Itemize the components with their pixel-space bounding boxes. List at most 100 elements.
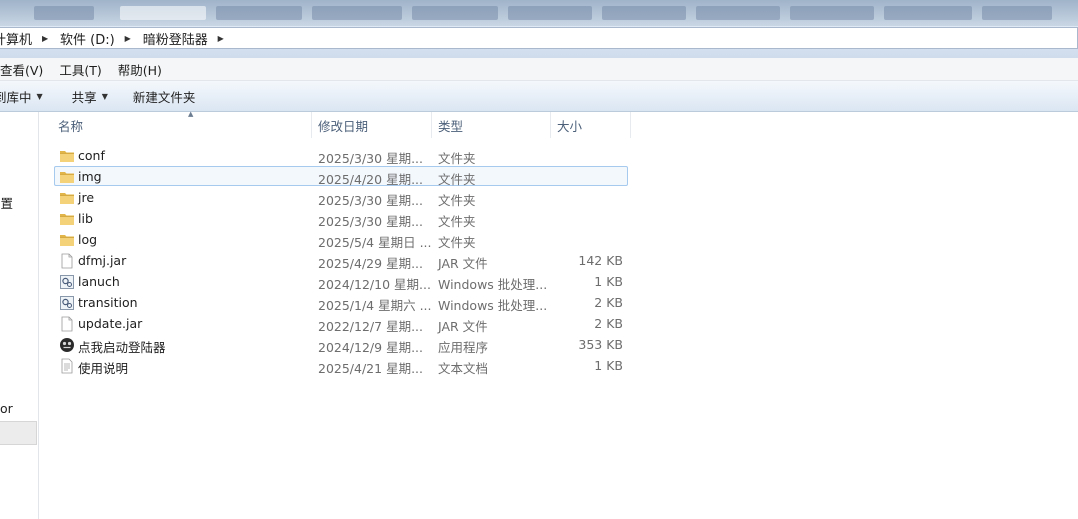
file-date: 2025/4/29 星期...: [318, 256, 423, 271]
folder-icon: [59, 232, 75, 248]
breadcrumb-label: 计算机: [0, 32, 33, 48]
file-type: Windows 批处理...: [438, 298, 548, 313]
include-in-library-label: 到库中: [0, 89, 32, 105]
file-row[interactable]: update.jar 2022/12/7 星期... JAR 文件 2 KB: [54, 313, 628, 334]
taskbar-item[interactable]: [696, 6, 780, 20]
file-row[interactable]: 点我启动登陆器 2024/12/9 星期... 应用程序 353 KB: [54, 334, 628, 355]
chevron-down-icon: ▼: [36, 91, 43, 101]
taskbar-item[interactable]: [602, 6, 686, 20]
file-type: 文件夹: [438, 214, 476, 229]
file-row[interactable]: log 2025/5/4 星期日 ... 文件夹: [54, 229, 628, 250]
new-folder-label: 新建文件夹: [132, 89, 196, 105]
file-size: 2 KB: [594, 295, 623, 310]
file-size: 353 KB: [578, 337, 623, 352]
file-type: 文件夹: [438, 193, 476, 208]
file-row[interactable]: transition 2025/1/4 星期六 ... Windows 批处理...…: [54, 292, 628, 313]
column-header-label: 类型: [438, 118, 464, 134]
taskbar-item[interactable]: [508, 6, 592, 20]
new-folder-button[interactable]: 新建文件夹: [133, 87, 196, 106]
column-header-date[interactable]: 修改日期: [312, 112, 432, 138]
file-name: log: [78, 232, 98, 247]
file-row[interactable]: dfmj.jar 2025/4/29 星期... JAR 文件 142 KB: [54, 250, 628, 271]
file-date: 2022/12/7 星期...: [318, 319, 423, 334]
file-name: lib: [78, 211, 93, 226]
file-type: JAR 文件: [438, 319, 488, 334]
nav-scrollbar[interactable]: [0, 421, 37, 445]
folder-icon: [59, 190, 75, 206]
batch-file-icon: [59, 274, 75, 290]
command-bar: 到库中 ▼ 共享 ▼ 新建文件夹: [0, 81, 1078, 112]
file-type: 文件夹: [438, 151, 476, 166]
text-file-icon: [59, 358, 75, 374]
file-icon: [59, 316, 75, 332]
file-name: img: [78, 169, 102, 184]
file-type: 文本文档: [438, 361, 489, 376]
column-header-label: 修改日期: [318, 118, 369, 134]
column-header-label: 大小: [557, 118, 583, 134]
file-row[interactable]: 使用说明 2025/4/21 星期... 文本文档 1 KB: [54, 355, 628, 376]
taskbar-item[interactable]: [120, 6, 206, 20]
file-date: 2025/5/4 星期日 ...: [318, 235, 432, 250]
file-name: dfmj.jar: [78, 253, 127, 268]
menu-bar: 查看(V) 工具(T) 帮助(H): [0, 58, 1078, 81]
chevron-right-icon[interactable]: ▶: [121, 34, 135, 43]
file-type: 应用程序: [438, 340, 489, 355]
file-date: 2025/4/20 星期...: [318, 172, 423, 187]
menu-tools[interactable]: 工具(T): [59, 60, 101, 79]
column-header-size[interactable]: 大小: [551, 112, 631, 138]
file-name: jre: [78, 190, 95, 205]
file-name: 使用说明: [78, 361, 129, 376]
file-name: transition: [78, 295, 138, 310]
file-name: conf: [78, 148, 105, 163]
menu-help[interactable]: 帮助(H): [118, 60, 162, 79]
column-header-name[interactable]: 名称 ▲: [52, 110, 312, 138]
breadcrumb-computer[interactable]: 计算机 ▶: [0, 29, 58, 48]
file-row[interactable]: lanuch 2024/12/10 星期... Windows 批处理... 1 KB: [54, 271, 628, 292]
file-size: 1 KB: [594, 358, 623, 373]
nav-item-or[interactable]: or: [0, 401, 13, 416]
column-header-label: 名称: [58, 118, 84, 134]
breadcrumb-label: 软件 (D:): [60, 32, 115, 48]
folder-icon: [59, 148, 75, 164]
taskbar-item[interactable]: [982, 6, 1052, 20]
taskbar-item[interactable]: [790, 6, 874, 20]
share-button[interactable]: 共享 ▼: [72, 87, 108, 106]
file-icon: [59, 253, 75, 269]
menu-view[interactable]: 查看(V): [0, 60, 43, 79]
taskbar-item[interactable]: [216, 6, 302, 20]
file-date: 2025/3/30 星期...: [318, 151, 423, 166]
file-row[interactable]: img 2025/4/20 星期... 文件夹: [54, 166, 628, 187]
file-type: 文件夹: [438, 172, 476, 187]
taskbar-item[interactable]: [884, 6, 972, 20]
file-row[interactable]: lib 2025/3/30 星期... 文件夹: [54, 208, 628, 229]
file-row[interactable]: conf 2025/3/30 星期... 文件夹: [54, 145, 628, 166]
file-size: 142 KB: [578, 253, 623, 268]
folder-icon: [59, 169, 75, 185]
column-header-type[interactable]: 类型: [432, 112, 551, 138]
file-list: 名称 ▲ 修改日期 类型 大小 conf 2025/3/30 星期... 文件夹 im…: [40, 110, 1078, 519]
file-row[interactable]: jre 2025/3/30 星期... 文件夹: [54, 187, 628, 208]
chevron-right-icon[interactable]: ▶: [38, 34, 52, 43]
taskbar-item[interactable]: [412, 6, 498, 20]
chevron-right-icon[interactable]: ▶: [214, 34, 228, 43]
taskbar: [0, 0, 1078, 26]
address-bar[interactable]: 计算机 ▶ 软件 (D:) ▶ 暗粉登陆器 ▶: [0, 27, 1078, 49]
folder-icon: [59, 211, 75, 227]
taskbar-item[interactable]: [312, 6, 402, 20]
file-date: 2025/3/30 星期...: [318, 193, 423, 208]
file-date: 2025/1/4 星期六 ...: [318, 298, 432, 313]
file-type: Windows 批处理...: [438, 277, 548, 292]
file-date: 2024/12/9 星期...: [318, 340, 423, 355]
file-name: 点我启动登陆器: [78, 340, 166, 355]
breadcrumb-drive[interactable]: 软件 (D:) ▶: [58, 29, 141, 48]
file-date: 2024/12/10 星期...: [318, 277, 431, 292]
breadcrumb-folder[interactable]: 暗粉登陆器 ▶: [141, 29, 234, 48]
app-icon: [59, 337, 75, 353]
address-bar-row: 计算机 ▶ 软件 (D:) ▶ 暗粉登陆器 ▶: [0, 26, 1078, 58]
nav-item-settings[interactable]: 设置: [0, 193, 13, 212]
share-label: 共享: [71, 89, 97, 105]
file-type: 文件夹: [438, 235, 476, 250]
taskbar-item[interactable]: [34, 6, 94, 20]
batch-file-icon: [59, 295, 75, 311]
include-in-library-button[interactable]: 到库中 ▼: [0, 87, 43, 106]
